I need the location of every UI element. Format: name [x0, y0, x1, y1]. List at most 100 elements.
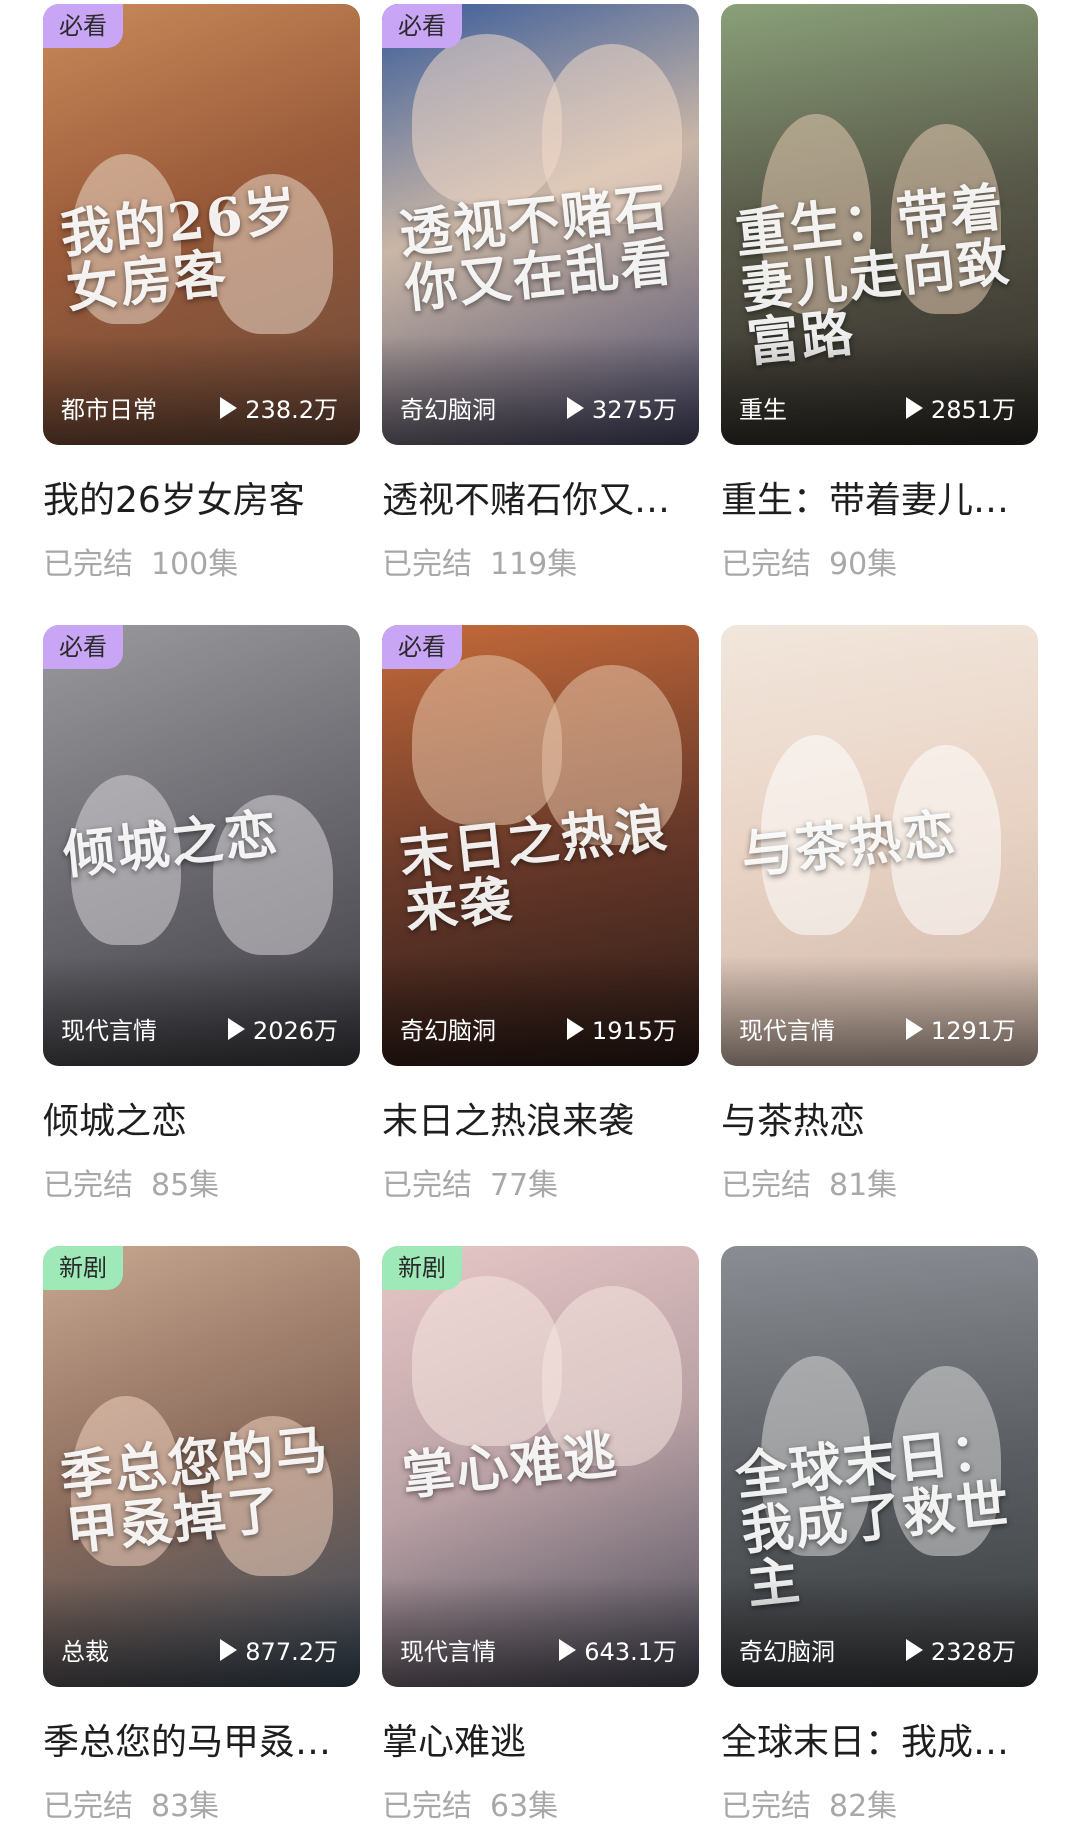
poster-art-title: 末日之热浪来袭 — [396, 797, 672, 941]
drama-episodes: 100集 — [151, 547, 239, 582]
drama-info: 已完结 119集 — [382, 539, 699, 583]
play-icon — [227, 1017, 245, 1040]
play-count: 2026万 — [227, 1011, 338, 1046]
poster-art-title: 透视不赌石你又在乱看 — [396, 176, 678, 320]
play-count: 1915万 — [566, 1011, 677, 1046]
play-icon — [905, 1638, 923, 1661]
drama-info: 已完结 81集 — [721, 1160, 1038, 1204]
category-label: 奇幻脑洞 — [400, 1017, 496, 1045]
drama-title[interactable]: 全球末日：我成… — [721, 1713, 1038, 1765]
category-label: 重生 — [739, 396, 787, 424]
play-count: 2851万 — [905, 390, 1016, 425]
play-icon — [220, 396, 238, 419]
poster-meta: 都市日常 238.2万 — [61, 390, 338, 425]
play-count-value: 238.2万 — [245, 396, 338, 424]
status-badge: 必看 — [43, 4, 123, 48]
drama-poster[interactable]: 末日之热浪来袭 必看 奇幻脑洞 1915万 — [382, 625, 699, 1066]
play-count-value: 3275万 — [591, 396, 677, 424]
drama-status: 已完结 — [382, 1168, 472, 1203]
drama-title[interactable]: 倾城之恋 — [43, 1092, 360, 1144]
play-count-value: 2026万 — [252, 1017, 338, 1045]
drama-poster[interactable]: 掌心难逃 新剧 现代言情 643.1万 — [382, 1246, 699, 1687]
drama-grid: 我的26岁女房客 必看 都市日常 238.2万 我的26岁女房客 已完结 100… — [43, 4, 1039, 1825]
status-badge: 必看 — [382, 4, 462, 48]
poster-figure — [412, 1276, 562, 1446]
poster-meta: 奇幻脑洞 2328万 — [739, 1632, 1016, 1667]
drama-title[interactable]: 与茶热恋 — [721, 1092, 1038, 1144]
drama-poster[interactable]: 透视不赌石你又在乱看 必看 奇幻脑洞 3275万 — [382, 4, 699, 445]
play-count: 1291万 — [905, 1011, 1016, 1046]
drama-poster[interactable]: 倾城之恋 必看 现代言情 2026万 — [43, 625, 360, 1066]
status-badge: 新剧 — [43, 1246, 123, 1290]
play-icon — [220, 1638, 238, 1661]
drama-title[interactable]: 季总您的马甲叒… — [43, 1713, 360, 1765]
status-badge: 必看 — [43, 625, 123, 669]
play-count-value: 643.1万 — [584, 1638, 677, 1666]
category-label: 奇幻脑洞 — [400, 396, 496, 424]
play-count-value: 1915万 — [591, 1017, 677, 1045]
drama-card[interactable]: 倾城之恋 必看 现代言情 2026万 倾城之恋 已完结 85集 — [43, 625, 360, 1204]
category-label: 现代言情 — [739, 1017, 835, 1045]
play-count-value: 1291万 — [930, 1017, 1016, 1045]
poster-meta: 奇幻脑洞 3275万 — [400, 390, 677, 425]
play-icon — [566, 1017, 584, 1040]
poster-meta: 重生 2851万 — [739, 390, 1016, 425]
poster-figure — [412, 34, 562, 204]
drama-card[interactable]: 末日之热浪来袭 必看 奇幻脑洞 1915万 末日之热浪来袭 已完结 77集 — [382, 625, 699, 1204]
drama-title[interactable]: 透视不赌石你又… — [382, 471, 699, 523]
drama-status: 已完结 — [721, 547, 811, 582]
play-count-value: 2851万 — [930, 396, 1016, 424]
drama-poster[interactable]: 与茶热恋 现代言情 1291万 — [721, 625, 1038, 1066]
play-count-value: 2328万 — [930, 1638, 1016, 1666]
drama-status: 已完结 — [382, 547, 472, 582]
play-icon — [905, 1017, 923, 1040]
play-count: 238.2万 — [220, 390, 338, 425]
drama-poster[interactable]: 季总您的马甲叒掉了 新剧 总裁 877.2万 — [43, 1246, 360, 1687]
play-icon — [905, 396, 923, 419]
drama-title[interactable]: 末日之热浪来袭 — [382, 1092, 699, 1144]
drama-poster[interactable]: 重生：带着妻儿走向致富路 重生 2851万 — [721, 4, 1038, 445]
drama-card[interactable]: 与茶热恋 现代言情 1291万 与茶热恋 已完结 81集 — [721, 625, 1038, 1204]
drama-title[interactable]: 我的26岁女房客 — [43, 471, 360, 523]
play-count: 643.1万 — [559, 1632, 677, 1667]
drama-status: 已完结 — [43, 547, 133, 582]
drama-status: 已完结 — [721, 1168, 811, 1203]
status-badge: 必看 — [382, 625, 462, 669]
poster-meta: 奇幻脑洞 1915万 — [400, 1011, 677, 1046]
drama-card[interactable]: 我的26岁女房客 必看 都市日常 238.2万 我的26岁女房客 已完结 100… — [43, 4, 360, 583]
category-label: 都市日常 — [61, 396, 157, 424]
poster-meta: 现代言情 643.1万 — [400, 1632, 677, 1667]
poster-meta: 现代言情 1291万 — [739, 1011, 1016, 1046]
drama-episodes: 81集 — [829, 1168, 898, 1203]
play-count-value: 877.2万 — [245, 1638, 338, 1666]
drama-card[interactable]: 季总您的马甲叒掉了 新剧 总裁 877.2万 季总您的马甲叒… 已完结 83集 — [43, 1246, 360, 1825]
drama-episodes: 85集 — [151, 1168, 220, 1203]
category-label: 现代言情 — [61, 1017, 157, 1045]
play-icon — [566, 396, 584, 419]
poster-meta: 现代言情 2026万 — [61, 1011, 338, 1046]
drama-card[interactable]: 重生：带着妻儿走向致富路 重生 2851万 重生：带着妻儿… 已完结 90集 — [721, 4, 1038, 583]
drama-info: 已完结 85集 — [43, 1160, 360, 1204]
drama-episodes: 77集 — [490, 1168, 559, 1203]
drama-card[interactable]: 全球末日：我成了救世主 奇幻脑洞 2328万 全球末日：我成… 已完结 82集 — [721, 1246, 1038, 1825]
play-count: 877.2万 — [220, 1632, 338, 1667]
drama-card[interactable]: 掌心难逃 新剧 现代言情 643.1万 掌心难逃 已完结 63集 — [382, 1246, 699, 1825]
drama-title[interactable]: 重生：带着妻儿… — [721, 471, 1038, 523]
poster-meta: 总裁 877.2万 — [61, 1632, 338, 1667]
drama-status: 已完结 — [43, 1168, 133, 1203]
drama-card[interactable]: 透视不赌石你又在乱看 必看 奇幻脑洞 3275万 透视不赌石你又… 已完结 11… — [382, 4, 699, 583]
drama-poster[interactable]: 全球末日：我成了救世主 奇幻脑洞 2328万 — [721, 1246, 1038, 1687]
play-icon — [559, 1638, 577, 1661]
category-label: 现代言情 — [400, 1638, 496, 1666]
status-badge: 新剧 — [382, 1246, 462, 1290]
play-count: 3275万 — [566, 390, 677, 425]
drama-episodes: 90集 — [829, 547, 898, 582]
drama-info: 已完结 77集 — [382, 1160, 699, 1204]
category-label: 总裁 — [61, 1638, 109, 1666]
drama-episodes: 119集 — [490, 547, 578, 582]
category-label: 奇幻脑洞 — [739, 1638, 835, 1666]
poster-figure — [412, 655, 562, 825]
drama-info: 已完结 90集 — [721, 539, 1038, 583]
drama-title[interactable]: 掌心难逃 — [382, 1713, 699, 1765]
drama-poster[interactable]: 我的26岁女房客 必看 都市日常 238.2万 — [43, 4, 360, 445]
